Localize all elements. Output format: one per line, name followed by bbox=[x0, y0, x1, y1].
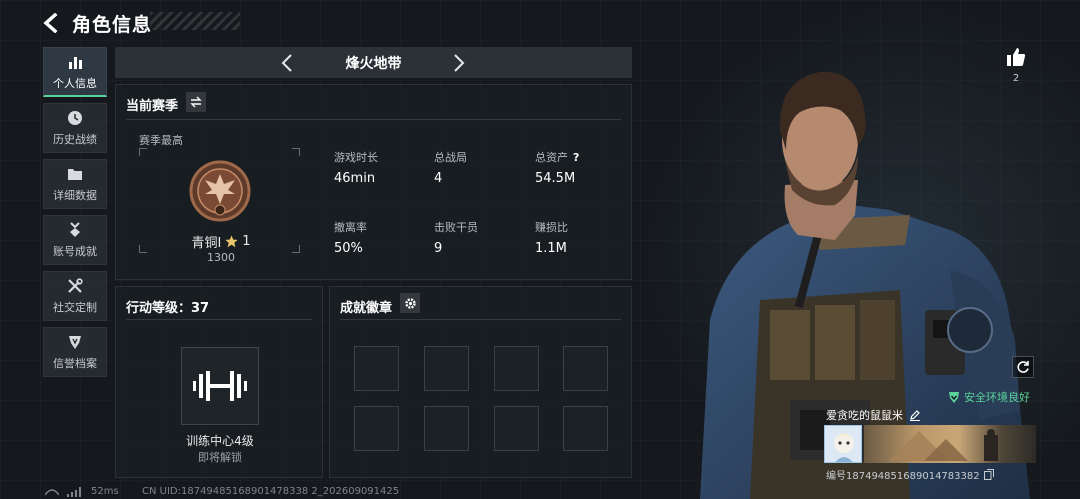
achievement-badges-panel: 成就徽章 bbox=[329, 286, 632, 478]
season-panel: 当前赛季 赛季最高 青铜I 1 1300 游戏时长 46min 总战局 4 总资… bbox=[115, 84, 632, 280]
rank-tier: 青铜I bbox=[191, 236, 222, 251]
sidebar-item-label: 历史战绩 bbox=[53, 133, 97, 146]
ping-value: 52ms bbox=[91, 486, 119, 497]
gear-icon bbox=[404, 297, 416, 309]
training-center-status: 即将解锁 bbox=[198, 451, 242, 464]
sidebar-item-achievements[interactable]: 账号成就 bbox=[43, 215, 107, 265]
safe-environment-status: 安全环境良好 bbox=[948, 389, 1030, 405]
stat-total-matches: 总战局 4 bbox=[434, 151, 467, 186]
divider bbox=[126, 319, 312, 320]
shield-check-icon bbox=[949, 391, 959, 403]
badge-slot[interactable] bbox=[354, 346, 399, 391]
bar-chart-icon bbox=[66, 53, 84, 71]
thumbs-up-icon bbox=[1007, 48, 1026, 66]
sidebar-item-label: 个人信息 bbox=[53, 76, 97, 90]
rank-score: 1300 bbox=[207, 251, 235, 264]
back-arrow-icon[interactable] bbox=[40, 12, 62, 34]
player-name: 爱贪吃的鼠鼠米 bbox=[826, 407, 921, 423]
like-count: 2 bbox=[1012, 73, 1020, 84]
badge-slot[interactable] bbox=[354, 406, 399, 451]
map-name: 烽火地带 bbox=[345, 55, 402, 72]
season-subtitle: 赛季最高 bbox=[139, 134, 183, 147]
sidebar-item-detailed-data[interactable]: 详细数据 bbox=[43, 159, 107, 209]
sidebar-item-label: 详细数据 bbox=[53, 189, 97, 202]
rank-emblem-icon bbox=[189, 160, 251, 222]
header: 角色信息 bbox=[40, 8, 152, 38]
network-status: 52ms bbox=[45, 486, 119, 497]
sidebar-item-label: 账号成就 bbox=[53, 245, 97, 258]
like-button[interactable] bbox=[1004, 46, 1028, 68]
swap-icon bbox=[190, 96, 202, 108]
stat-play-time: 游戏时长 46min bbox=[334, 151, 378, 186]
rotate-view-button[interactable] bbox=[1012, 356, 1034, 378]
dumbbell-icon bbox=[193, 371, 247, 401]
avatar-image bbox=[825, 426, 861, 462]
frame-corner bbox=[292, 245, 300, 253]
frame-corner bbox=[292, 148, 300, 156]
tools-icon bbox=[66, 277, 84, 295]
sidebar: 个人信息 历史战绩 详细数据 账号成就 社交定制 信誉档案 bbox=[43, 47, 107, 383]
clock-icon bbox=[66, 109, 84, 127]
badge-settings-button[interactable] bbox=[400, 293, 420, 313]
prev-map-arrow-icon[interactable] bbox=[275, 51, 299, 75]
avatar[interactable] bbox=[824, 425, 862, 463]
help-icon[interactable]: ? bbox=[573, 151, 579, 164]
badge-slot[interactable] bbox=[424, 346, 469, 391]
rank-name: 青铜I 1 bbox=[176, 232, 266, 251]
stat-extract-rate: 撤离率 50% bbox=[334, 221, 367, 256]
season-title: 当前赛季 bbox=[126, 99, 179, 114]
shield-icon bbox=[66, 333, 84, 351]
action-level-panel: 行动等级：37 训练中心4级 即将解锁 bbox=[115, 286, 323, 478]
star-icon bbox=[225, 235, 238, 248]
badge-slot[interactable] bbox=[563, 346, 608, 391]
banner-image bbox=[889, 429, 998, 461]
training-center-card[interactable] bbox=[181, 347, 259, 425]
divider bbox=[126, 119, 621, 120]
folder-icon bbox=[66, 165, 84, 183]
sidebar-item-reputation[interactable]: 信誉档案 bbox=[43, 327, 107, 377]
copy-icon[interactable] bbox=[983, 469, 994, 480]
player-id: 编号18749485168901478338​2 bbox=[826, 467, 994, 482]
sidebar-item-label: 社交定制 bbox=[53, 301, 97, 314]
edit-icon[interactable] bbox=[909, 409, 921, 421]
signal-icon bbox=[45, 488, 59, 495]
map-selector: 烽火地带 bbox=[115, 47, 632, 78]
badge-slot[interactable] bbox=[494, 346, 539, 391]
frame-corner bbox=[139, 245, 147, 253]
sidebar-item-label: 信誉档案 bbox=[53, 357, 97, 370]
frame-corner bbox=[139, 148, 147, 156]
training-center-name: 训练中心4级 bbox=[186, 434, 254, 448]
signal-bars-icon bbox=[67, 486, 81, 497]
sidebar-item-social[interactable]: 社交定制 bbox=[43, 271, 107, 321]
divider bbox=[340, 319, 621, 320]
next-map-arrow-icon[interactable] bbox=[447, 51, 471, 75]
switch-season-button[interactable] bbox=[186, 92, 206, 112]
badge-slot[interactable] bbox=[494, 406, 539, 451]
rank-stars: 1 bbox=[242, 234, 251, 249]
uid-text: CN UID:18749485168901478338 2_2026090914… bbox=[142, 486, 400, 497]
sidebar-item-history[interactable]: 历史战绩 bbox=[43, 103, 107, 153]
stat-profit-ratio: 赚损比 1.1M bbox=[535, 221, 568, 256]
badges-title: 成就徽章 bbox=[340, 301, 393, 316]
stat-total-assets: 总资产 ? 54.5M bbox=[535, 150, 580, 187]
medal-icon bbox=[66, 221, 84, 239]
badge-slot[interactable] bbox=[563, 406, 608, 451]
header-decoration bbox=[150, 12, 240, 30]
stat-operator-kills: 击败干员 9 bbox=[434, 221, 478, 256]
page-title: 角色信息 bbox=[72, 13, 153, 36]
refresh-icon bbox=[1017, 361, 1029, 373]
badge-slot[interactable] bbox=[424, 406, 469, 451]
profile-banner[interactable] bbox=[864, 425, 1036, 463]
sidebar-item-personal-info[interactable]: 个人信息 bbox=[43, 47, 107, 97]
action-level-title: 行动等级：37 bbox=[126, 301, 210, 316]
